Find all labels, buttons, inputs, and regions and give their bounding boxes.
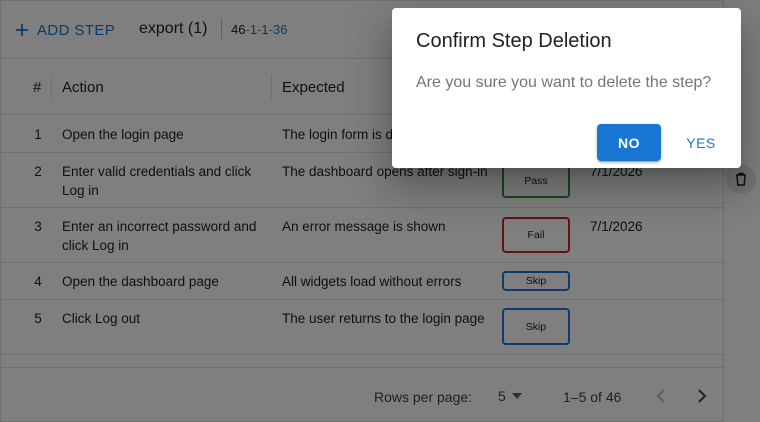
dialog-message: Are you sure you want to delete the step… (416, 74, 712, 91)
no-button[interactable]: NO (597, 124, 661, 161)
confirm-delete-dialog: Confirm Step Deletion Are you sure you w… (392, 8, 741, 168)
yes-button[interactable]: YES (675, 124, 727, 161)
dialog-title: Confirm Step Deletion (416, 30, 612, 52)
